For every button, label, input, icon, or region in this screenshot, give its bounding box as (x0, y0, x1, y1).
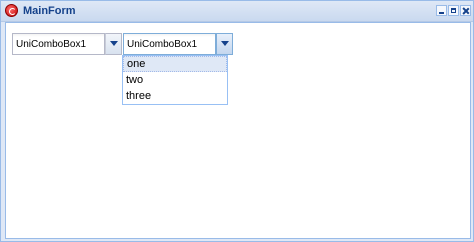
main-window: MainForm UniComboBox1 UniComboBox1 one t (0, 0, 474, 242)
dropdown-item-two[interactable]: two (123, 72, 227, 88)
title-bar[interactable]: MainForm (1, 1, 473, 22)
dropdown-item-three[interactable]: three (123, 88, 227, 104)
minimize-icon[interactable] (436, 5, 447, 16)
dropdown-item-one[interactable]: one (123, 56, 227, 72)
app-logo-icon (5, 4, 18, 17)
combo-box-2: UniComboBox1 (123, 33, 233, 55)
chevron-down-icon (110, 41, 118, 46)
combo-box-2-dropdown-list: one two three (122, 55, 228, 105)
combo-box-1-trigger[interactable] (105, 33, 122, 55)
combo-box-2-trigger[interactable] (216, 33, 233, 55)
combo-box-1-input[interactable]: UniComboBox1 (12, 33, 105, 55)
combo-box-1: UniComboBox1 (12, 33, 122, 55)
close-icon[interactable] (460, 5, 471, 16)
chevron-down-icon (221, 41, 229, 46)
window-title: MainForm (23, 5, 76, 17)
maximize-icon[interactable] (448, 5, 459, 16)
form-body: UniComboBox1 UniComboBox1 one two three (5, 22, 471, 239)
combo-box-2-input[interactable]: UniComboBox1 (123, 33, 216, 55)
